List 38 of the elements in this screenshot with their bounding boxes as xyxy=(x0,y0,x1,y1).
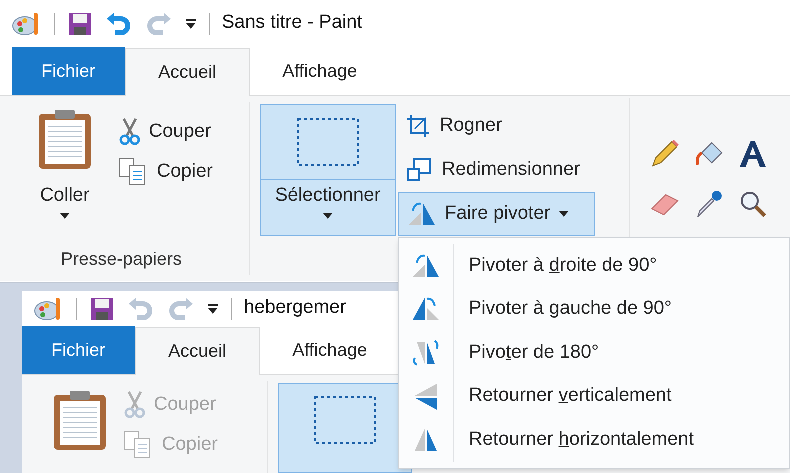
menu-item[interactable]: Pivoter à droite de 90° xyxy=(399,244,789,288)
customize-menu-icon[interactable] xyxy=(185,18,197,30)
scissors-icon xyxy=(124,391,146,419)
paste-button[interactable]: Coller xyxy=(25,108,105,246)
rotate-half-turn-icon xyxy=(411,338,441,368)
pencil-icon[interactable] xyxy=(650,138,680,168)
window-title: Sans titre - Paint xyxy=(222,11,362,36)
selection-rectangle-icon xyxy=(314,396,376,444)
clipboard-icon xyxy=(52,389,108,451)
resize-icon xyxy=(406,158,432,182)
customize-menu-icon[interactable] xyxy=(207,302,219,314)
window-title: hebergemer xyxy=(244,296,346,320)
cut-button[interactable]: Couper xyxy=(119,112,213,152)
crop-icon xyxy=(406,114,430,138)
rotate-button[interactable]: Faire pivoter xyxy=(398,192,595,236)
menu-item[interactable]: Pivoter à gauche de 90° xyxy=(399,288,789,332)
text-tool-icon[interactable] xyxy=(738,138,768,168)
ribbon-tab[interactable]: Accueil xyxy=(135,327,260,375)
caret-icon xyxy=(323,213,333,219)
select-button[interactable]: Sélectionner xyxy=(260,104,396,236)
file-menu-tab[interactable]: Fichier xyxy=(12,47,125,95)
ribbon-tab[interactable]: Accueil xyxy=(125,48,250,96)
menu-item[interactable]: Retourner horizontalement xyxy=(399,418,789,462)
group-label: Presse-papiers xyxy=(60,248,184,271)
menu-item[interactable]: Retourner verticalement xyxy=(399,374,789,418)
crop-button[interactable]: Rogner xyxy=(398,104,595,148)
save-icon[interactable] xyxy=(89,296,115,322)
resize-button[interactable]: Redimensionner xyxy=(398,148,595,192)
save-icon[interactable] xyxy=(67,10,93,36)
clipboard-icon xyxy=(37,108,93,170)
scissors-icon xyxy=(119,118,141,146)
caret-icon xyxy=(60,213,70,219)
undo-icon[interactable] xyxy=(105,10,133,36)
menu-item[interactable]: Pivoter de 180° xyxy=(399,331,789,375)
caret-icon xyxy=(558,211,569,217)
file-menu-tab[interactable]: Fichier xyxy=(22,326,135,374)
selection-rectangle-icon xyxy=(297,118,359,166)
copy-button[interactable]: Copier xyxy=(119,152,213,192)
